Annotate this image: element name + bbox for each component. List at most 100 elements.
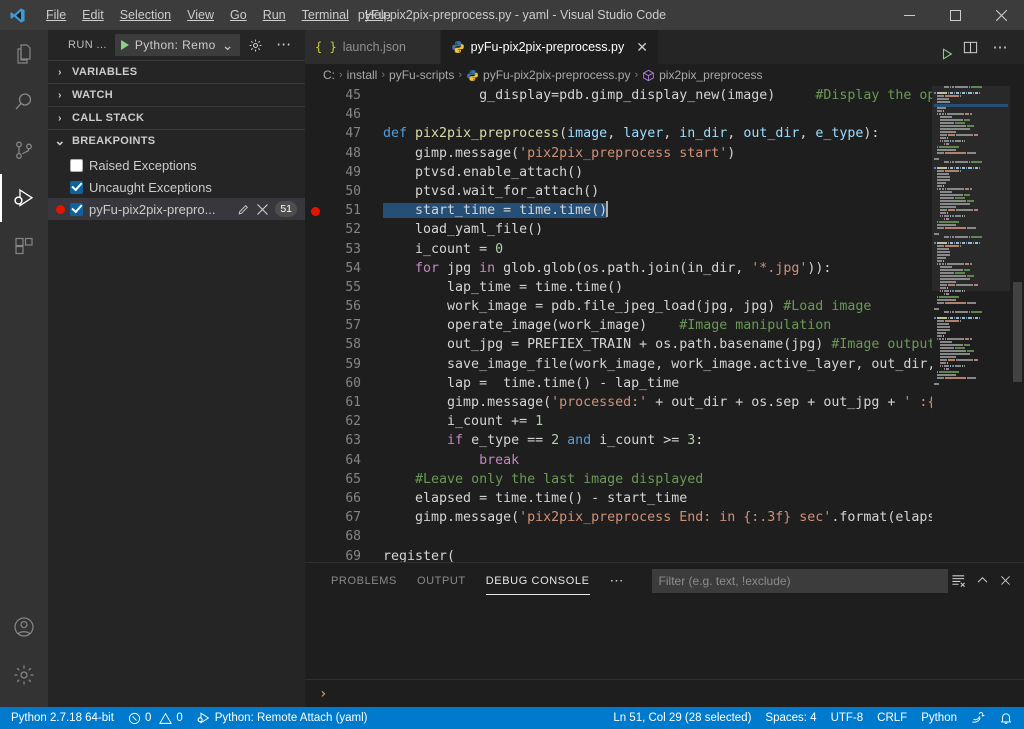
code-text[interactable]: out_jpg = PREFIEX_TRAIN + os.path.basena… — [361, 335, 932, 354]
code-line[interactable]: 69 register( — [305, 547, 932, 563]
code-line[interactable]: 54 for jpg in glob.glob(os.path.join(in_… — [305, 259, 932, 278]
status-cursor-position[interactable]: Ln 51, Col 29 (28 selected) — [606, 707, 758, 729]
scrollbar-thumb[interactable] — [1013, 282, 1022, 382]
status-indentation[interactable]: Spaces: 4 — [758, 707, 823, 729]
section-watch[interactable]: › WATCH — [48, 83, 305, 106]
breakpoint-gutter[interactable] — [305, 144, 327, 163]
code-text[interactable]: if e_type == 2 and i_count >= 3: — [361, 431, 932, 450]
breakpoint-gutter[interactable] — [305, 374, 327, 393]
breadcrumb-item-pyfu-scripts[interactable]: pyFu-scripts — [389, 68, 454, 82]
run-python-file-icon[interactable] — [926, 30, 954, 64]
sidebar-more-actions-button[interactable]: ⋯ — [272, 34, 296, 56]
code-text[interactable]: gimp.message('pix2pix_preprocess start') — [361, 144, 932, 163]
status-language-mode[interactable]: Python — [914, 707, 964, 729]
breakpoint-gutter[interactable] — [305, 451, 327, 470]
breakpoint-gutter[interactable] — [305, 316, 327, 335]
breakpoint-gutter[interactable] — [305, 240, 327, 259]
code-line[interactable]: 68 — [305, 527, 932, 546]
code-text[interactable]: i_count = 0 — [361, 240, 932, 259]
checkbox-checked-icon[interactable] — [70, 180, 83, 194]
start-debugging-icon[interactable] — [120, 40, 129, 50]
code-text[interactable] — [361, 105, 932, 124]
breakpoint-gutter[interactable] — [305, 508, 327, 527]
status-problems[interactable]: 0 0 — [121, 707, 190, 729]
code-line[interactable]: 48 gimp.message('pix2pix_preprocess star… — [305, 144, 932, 163]
section-watch-header[interactable]: › WATCH — [48, 84, 305, 106]
breakpoint-gutter[interactable] — [305, 547, 327, 563]
breakpoint-gutter[interactable] — [305, 124, 327, 143]
maximize-panel-chevron-up-icon[interactable] — [976, 574, 989, 587]
tab-launch-json[interactable]: { } launch.json ✕ — [305, 30, 441, 64]
code-line[interactable]: 45 g_display=pdb.gimp_display_new(image)… — [305, 86, 932, 105]
chevron-right-icon[interactable]: › — [52, 90, 68, 101]
code-text[interactable]: lap_time = time.time() — [361, 278, 932, 297]
checkbox-checked-icon[interactable] — [70, 202, 83, 216]
breakpoint-gutter[interactable] — [305, 527, 327, 546]
status-debug-session[interactable]: Python: Remote Attach (yaml) — [190, 707, 375, 729]
breakpoint-gutter[interactable] — [305, 412, 327, 431]
debug-console-input[interactable]: › — [305, 679, 1024, 707]
code-line[interactable]: 57 operate_image(work_image) #Image mani… — [305, 316, 932, 335]
breakpoint-gutter[interactable] — [305, 86, 327, 105]
minimap[interactable] — [932, 86, 1010, 562]
breakpoint-dot-icon[interactable] — [311, 206, 320, 216]
code-text[interactable]: g_display=pdb.gimp_display_new(image) #D… — [361, 86, 932, 105]
code-text[interactable]: work_image = pdb.file_jpeg_load(jpg, jpg… — [361, 297, 932, 316]
code-line[interactable]: 53 i_count = 0 — [305, 240, 932, 259]
code-text[interactable]: gimp.message('pix2pix_preprocess End: in… — [361, 508, 932, 527]
breakpoint-gutter[interactable] — [305, 278, 327, 297]
code-text[interactable]: for jpg in glob.glob(os.path.join(in_dir… — [361, 259, 932, 278]
breakpoint-uncaught-exceptions[interactable]: Uncaught Exceptions — [48, 176, 305, 198]
code-text[interactable]: def pix2pix_preprocess(image, layer, in_… — [361, 124, 932, 143]
code-line[interactable]: 59 save_image_file(work_image, work_imag… — [305, 355, 932, 374]
section-call-stack-header[interactable]: › CALL STACK — [48, 107, 305, 129]
code-line[interactable]: 58 out_jpg = PREFIEX_TRAIN + os.path.bas… — [305, 335, 932, 354]
status-python-interpreter[interactable]: Python 2.7.18 64-bit — [4, 707, 121, 729]
chevron-right-icon[interactable]: › — [52, 67, 68, 78]
code-text[interactable] — [361, 527, 932, 546]
minimize-button[interactable] — [886, 0, 932, 30]
activity-source-control-icon[interactable] — [0, 126, 48, 174]
breakpoint-gutter[interactable] — [305, 297, 327, 316]
clear-console-icon[interactable] — [951, 573, 966, 588]
breakpoint-raised-exceptions[interactable]: Raised Exceptions — [48, 154, 305, 176]
breakpoint-gutter[interactable] — [305, 201, 327, 220]
breadcrumb-item-install[interactable]: install — [347, 68, 378, 82]
menu-view[interactable]: View — [179, 0, 222, 30]
menu-selection[interactable]: Selection — [112, 0, 179, 30]
breakpoint-gutter[interactable] — [305, 355, 327, 374]
breakpoint-gutter[interactable] — [305, 220, 327, 239]
remove-breakpoint-close-icon[interactable] — [257, 203, 269, 215]
code-text[interactable]: save_image_file(work_image, work_image.a… — [361, 355, 932, 374]
breadcrumb-item-drive[interactable]: C: — [323, 68, 335, 82]
menu-help[interactable]: Help — [357, 0, 399, 30]
code-text[interactable]: start_time = time.time() — [361, 201, 932, 220]
code-text[interactable]: gimp.message('processed:' + out_dir + os… — [361, 393, 932, 412]
code-line[interactable]: 66 elapsed = time.time() - start_time — [305, 489, 932, 508]
code-line[interactable]: 64 break — [305, 451, 932, 470]
section-variables-header[interactable]: › VARIABLES — [48, 61, 305, 83]
activity-manage-gear-icon[interactable] — [0, 651, 48, 699]
breakpoint-gutter[interactable] — [305, 105, 327, 124]
code-line[interactable]: 47 def pix2pix_preprocess(image, layer, i… — [305, 124, 932, 143]
chevron-down-icon[interactable]: ⌄ — [222, 38, 234, 52]
menu-terminal[interactable]: Terminal — [294, 0, 357, 30]
breakpoint-gutter[interactable] — [305, 470, 327, 489]
breakpoint-gutter[interactable] — [305, 431, 327, 450]
breadcrumb-item-symbol[interactable]: pix2pix_preprocess — [642, 68, 763, 82]
chevron-right-icon[interactable]: › — [52, 113, 68, 124]
code-text[interactable]: i_count += 1 — [361, 412, 932, 431]
code-line[interactable]: 46 — [305, 105, 932, 124]
maximize-button[interactable] — [932, 0, 978, 30]
activity-run-and-debug-icon[interactable] — [0, 174, 48, 222]
section-breakpoints-header[interactable]: ⌄ BREAKPOINTS — [48, 130, 305, 152]
status-eol[interactable]: CRLF — [870, 707, 914, 729]
code-line[interactable]: 61 gimp.message('processed:' + out_dir +… — [305, 393, 932, 412]
section-call-stack[interactable]: › CALL STACK — [48, 106, 305, 129]
breakpoint-gutter[interactable] — [305, 335, 327, 354]
breakpoint-file-entry[interactable]: pyFu-pix2pix-prepro... 51 — [48, 198, 305, 220]
code-line[interactable]: 60 lap = time.time() - lap_time — [305, 374, 932, 393]
code-text[interactable]: operate_image(work_image) #Image manipul… — [361, 316, 932, 335]
code-line[interactable]: 49 ptvsd.enable_attach() — [305, 163, 932, 182]
close-tab-icon[interactable]: ✕ — [636, 40, 648, 54]
